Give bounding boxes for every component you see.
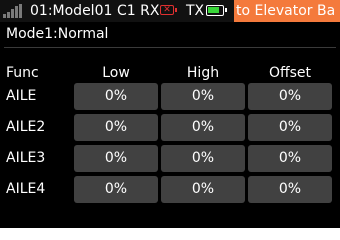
offset-value-button[interactable]: 0%	[248, 145, 332, 172]
offset-value-button[interactable]: 0%	[248, 176, 332, 203]
notification-banner: to Elevator Ba	[234, 0, 340, 22]
high-value-button[interactable]: 0%	[161, 83, 245, 110]
offset-value-button[interactable]: 0%	[248, 83, 332, 110]
high-value-button[interactable]: 0%	[161, 176, 245, 203]
row-label: AILE	[6, 88, 37, 104]
row-label: AILE2	[6, 119, 46, 135]
mode-title: Mode1:Normal	[6, 26, 109, 42]
battery-icon	[206, 5, 227, 16]
header-offset: Offset	[268, 65, 312, 81]
rx-disconnected-icon: ✕	[160, 5, 177, 15]
signal-strength-icon	[3, 4, 25, 18]
rx-label: C1 RX	[117, 3, 160, 19]
model-name: 01:Model01	[30, 3, 113, 19]
screen: 01:Model01 C1 RX ✕ TX to Elevator Ba Mod…	[0, 0, 340, 228]
tx-label: TX	[186, 3, 205, 19]
status-bar: 01:Model01 C1 RX ✕ TX to Elevator Ba	[0, 0, 340, 22]
high-value-button[interactable]: 0%	[161, 145, 245, 172]
low-value-button[interactable]: 0%	[74, 145, 158, 172]
high-value-button[interactable]: 0%	[161, 114, 245, 141]
low-value-button[interactable]: 0%	[74, 83, 158, 110]
divider	[4, 47, 336, 48]
row-label: AILE4	[6, 181, 46, 197]
low-value-button[interactable]: 0%	[74, 176, 158, 203]
header-high: High	[186, 65, 220, 81]
offset-value-button[interactable]: 0%	[248, 114, 332, 141]
row-label: AILE3	[6, 150, 46, 166]
header-low: Low	[102, 65, 130, 81]
low-value-button[interactable]: 0%	[74, 114, 158, 141]
header-func: Func	[6, 65, 39, 81]
